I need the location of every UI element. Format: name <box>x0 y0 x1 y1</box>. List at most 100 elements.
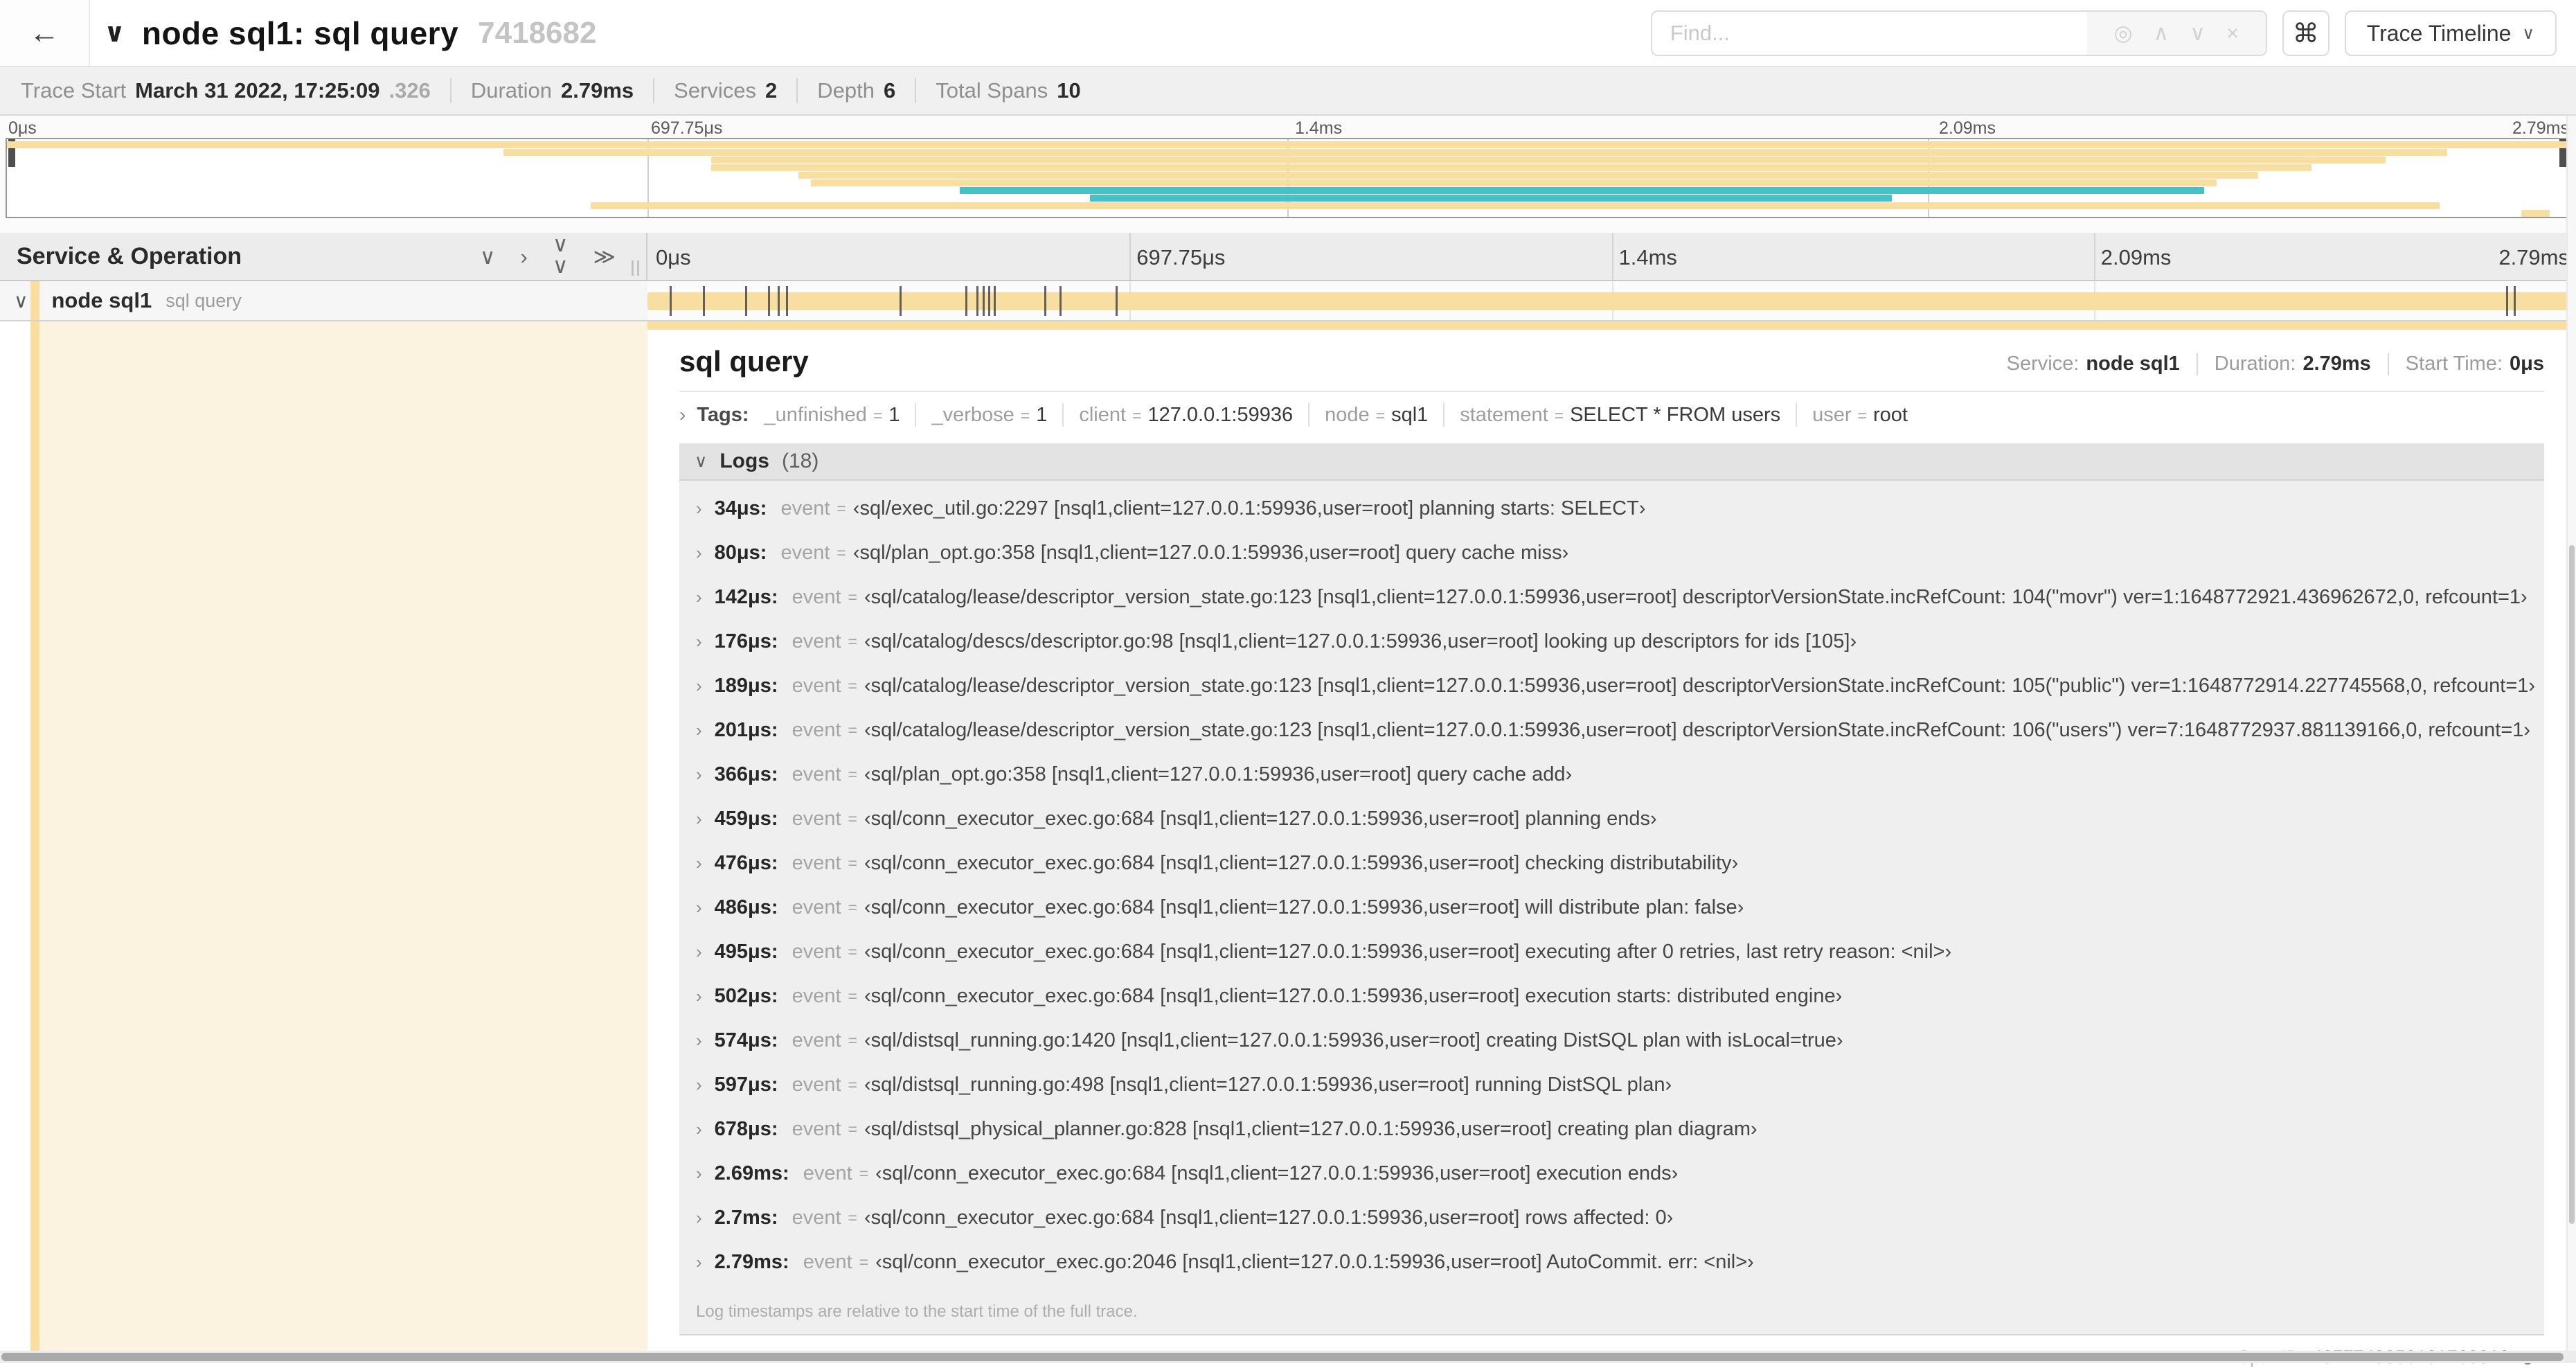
log-field-value: ‹sql/catalog/lease/descriptor_version_st… <box>864 674 2536 697</box>
tag-divider <box>1443 403 1445 427</box>
span-row-timeline-cell[interactable] <box>647 281 2576 320</box>
collapse-one-icon[interactable]: ∨ <box>480 246 496 267</box>
ruler-gridline <box>1611 233 1613 280</box>
tag-item: _unfinished = 1 <box>764 404 900 427</box>
prev-match-icon[interactable]: ∧ <box>2154 21 2170 46</box>
tag-item: node = sql1 <box>1325 404 1428 427</box>
log-expand-chevron-icon[interactable]: › <box>696 1207 702 1229</box>
tag-value: 1 <box>1036 403 1048 426</box>
log-expand-chevron-icon[interactable]: › <box>696 1119 702 1140</box>
span-detail-title: sql query <box>679 345 809 377</box>
log-entry-row[interactable]: › 176μs: event = ‹sql/catalog/descs/descript… <box>679 619 2544 664</box>
logs-note: Log timestamps are relative to the start… <box>679 1288 2544 1334</box>
service-operation-title: Service & Operation <box>17 242 242 269</box>
log-entry-row[interactable]: › 201μs: event = ‹sql/catalog/lease/descript… <box>679 708 2544 752</box>
log-entry-row[interactable]: › 189μs: event = ‹sql/catalog/lease/descript… <box>679 664 2544 708</box>
log-entry-row[interactable]: › 495μs: event = ‹sql/conn_executor_exec.go:… <box>679 930 2544 974</box>
log-field-value: ‹sql/conn_executor_exec.go:684 [nsql1,cl… <box>875 1162 1679 1184</box>
log-marker-tick <box>994 286 996 316</box>
log-expand-chevron-icon[interactable]: › <box>696 720 702 741</box>
log-entry-row[interactable]: › 2.79ms: event = ‹sql/conn_executor_exec.go… <box>679 1240 2544 1284</box>
log-expand-chevron-icon[interactable]: › <box>696 587 702 608</box>
log-expand-chevron-icon[interactable]: › <box>696 853 702 874</box>
log-entry-row[interactable]: › 2.69ms: event = ‹sql/conn_executor_exec.go… <box>679 1151 2544 1196</box>
equals-sign: = <box>848 720 857 739</box>
log-entry-row[interactable]: › 459μs: event = ‹sql/conn_executor_exec.go:… <box>679 797 2544 841</box>
column-resize-grip[interactable] <box>632 260 639 276</box>
log-entry-row[interactable]: › 502μs: event = ‹sql/conn_executor_exec.go:… <box>679 974 2544 1018</box>
equals-sign: = <box>1857 406 1867 425</box>
log-expand-chevron-icon[interactable]: › <box>696 897 702 918</box>
log-expand-chevron-icon[interactable]: › <box>696 1252 702 1273</box>
log-timestamp: 176μs: <box>714 630 778 652</box>
expand-one-icon[interactable]: › <box>521 246 528 267</box>
minimap-span-bar <box>811 179 2217 186</box>
log-timestamp: 597μs: <box>714 1073 778 1096</box>
collapse-trace-chevron-icon[interactable]: ∨ <box>104 17 125 48</box>
log-expand-chevron-icon[interactable]: › <box>696 764 702 785</box>
log-marker-tick <box>2505 286 2508 316</box>
view-selector-button[interactable]: Trace Timeline ∨ <box>2344 10 2557 56</box>
expand-all-icon[interactable]: ≫ <box>593 246 616 267</box>
tags-row[interactable]: › Tags: _unfinished = 1 _verbose = 1 client = 12… <box>679 403 2544 427</box>
span-collapse-chevron-icon[interactable]: ∨ <box>14 290 28 312</box>
log-expand-chevron-icon[interactable]: › <box>696 631 702 652</box>
log-entry-row[interactable]: › 597μs: event = ‹sql/distsql_running.go:498… <box>679 1063 2544 1107</box>
next-match-icon[interactable]: ∨ <box>2190 21 2206 46</box>
log-expand-chevron-icon[interactable]: › <box>696 542 702 564</box>
log-expand-chevron-icon[interactable]: › <box>696 1030 702 1051</box>
log-expand-chevron-icon[interactable]: › <box>696 498 702 519</box>
trace-info-label: Total Spans <box>936 78 1048 103</box>
log-expand-chevron-icon[interactable]: › <box>696 1163 702 1184</box>
minimap-span-bar <box>798 172 2258 179</box>
log-marker-tick <box>768 286 771 316</box>
focus-match-icon[interactable]: ◎ <box>2113 21 2132 46</box>
log-expand-chevron-icon[interactable]: › <box>696 808 702 830</box>
clear-search-icon[interactable]: × <box>2226 21 2239 46</box>
log-entry-row[interactable]: › 34μs: event = ‹sql/exec_util.go:2297 [nsql… <box>679 486 2544 531</box>
equals-sign: = <box>859 1252 869 1271</box>
log-entry-row[interactable]: › 142μs: event = ‹sql/catalog/lease/descript… <box>679 575 2544 619</box>
span-row-name-cell[interactable]: ∨ node sql1 sql query <box>0 281 647 320</box>
collapse-all-icon[interactable]: ∨ ∨ <box>553 233 569 276</box>
span-detail-header: sql query Service: node sql1 Duration: 2.79… <box>679 330 2544 378</box>
log-entry-row[interactable]: › 80μs: event = ‹sql/plan_opt.go:358 [nsql1,… <box>679 531 2544 575</box>
find-input[interactable] <box>1652 12 2087 55</box>
log-entry-row[interactable]: › 486μs: event = ‹sql/conn_executor_exec.go:… <box>679 885 2544 930</box>
keyboard-shortcuts-button[interactable]: ⌘ <box>2282 10 2329 56</box>
log-expand-chevron-icon[interactable]: › <box>696 986 702 1007</box>
ruler-gridline <box>2093 233 2095 280</box>
minimap-canvas[interactable] <box>6 138 2569 218</box>
vertical-scrollbar[interactable] <box>2566 116 2576 1351</box>
log-entry-row[interactable]: › 678μs: event = ‹sql/distsql_physical_plann… <box>679 1107 2544 1151</box>
log-entry-row[interactable]: › 366μs: event = ‹sql/plan_opt.go:358 [nsql1… <box>679 752 2544 797</box>
logs-header[interactable]: ∨ Logs (18) <box>679 443 2544 481</box>
tag-key: client <box>1079 403 1127 426</box>
minimap-span-bar <box>710 164 2312 171</box>
log-timestamp: 366μs: <box>714 763 778 785</box>
back-button[interactable]: ← <box>0 0 90 66</box>
log-timestamp: 459μs: <box>714 807 778 830</box>
log-marker-tick <box>1044 286 1046 316</box>
log-entry-row[interactable]: › 2.7ms: event = ‹sql/conn_executor_exec.go:… <box>679 1196 2544 1240</box>
horizontal-scrollbar[interactable] <box>0 1351 2576 1363</box>
vertical-scrollbar-thumb[interactable] <box>2569 545 2575 1224</box>
logs-collapse-chevron-icon[interactable]: ∨ <box>695 451 707 472</box>
find-group: ◎ ∧ ∨ × <box>1650 10 2267 56</box>
equals-sign: = <box>873 406 883 425</box>
log-field-value: ‹sql/conn_executor_exec.go:684 [nsql1,cl… <box>864 896 1744 918</box>
horizontal-scrollbar-thumb[interactable] <box>1 1353 2564 1361</box>
logs-title: Logs <box>719 450 769 472</box>
log-marker-tick <box>2513 286 2516 316</box>
tag-key: user <box>1812 403 1852 426</box>
log-entry-row[interactable]: › 574μs: event = ‹sql/distsql_running.go:142… <box>679 1018 2544 1063</box>
log-marker-tick <box>965 286 967 316</box>
log-expand-chevron-icon[interactable]: › <box>696 941 702 963</box>
log-field-value: ‹sql/distsql_physical_planner.go:828 [ns… <box>864 1117 1757 1140</box>
log-entry-row[interactable]: › 476μs: event = ‹sql/conn_executor_exec.go:… <box>679 841 2544 885</box>
log-field-key: event <box>791 984 841 1007</box>
tags-expand-chevron-icon[interactable]: › <box>679 404 686 426</box>
timeline-minimap: 0μs 697.75μs 1.4ms 2.09ms 2.79ms <box>0 116 2576 233</box>
log-expand-chevron-icon[interactable]: › <box>696 675 702 697</box>
log-expand-chevron-icon[interactable]: › <box>696 1074 702 1096</box>
